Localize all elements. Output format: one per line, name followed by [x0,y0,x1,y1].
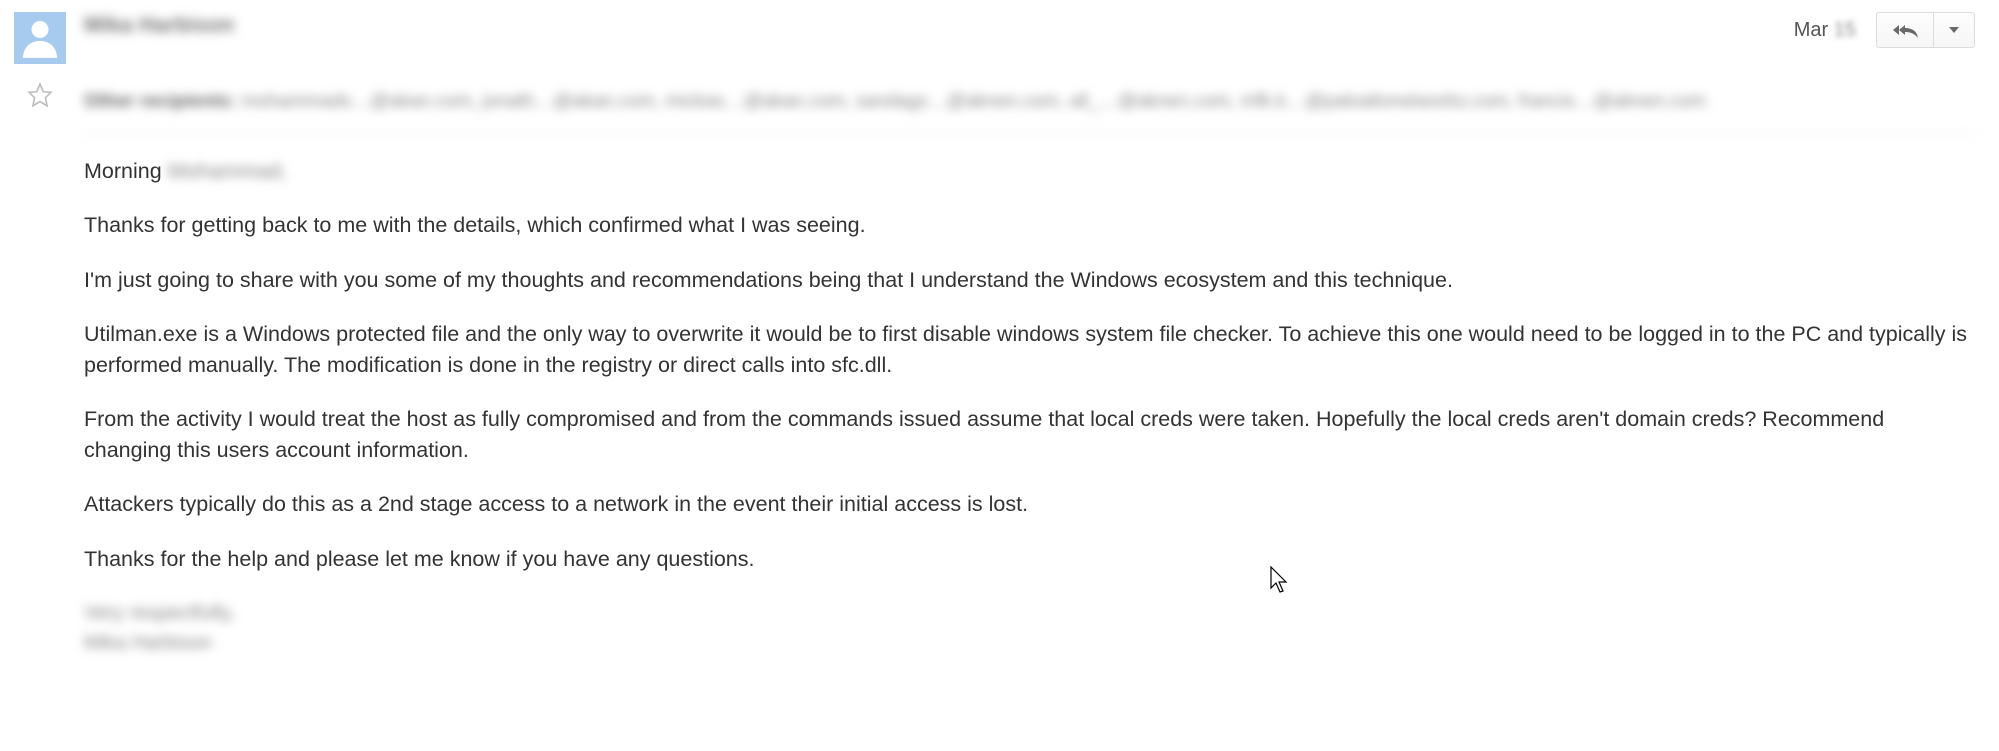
more-actions-button[interactable] [1934,13,1974,47]
greeting-prefix: Morning [84,159,168,183]
signature-line1: Very respectfully, [84,598,1975,628]
star-icon [27,82,53,108]
person-icon [23,18,57,58]
body-p5: Attackers typically do this as a 2nd sta… [84,489,1975,520]
recipients-list: mohammads…@akan.com, jonath…@akan.com, m… [241,91,1706,112]
caret-down-icon [1949,27,1959,33]
main-column: Mika Harbison Mar 15 [72,8,1999,658]
reply-all-icon [1891,21,1919,39]
body-p1: Thanks for getting back to me with the d… [84,210,1975,241]
body-p6: Thanks for the help and please let me kn… [84,544,1975,575]
email-date: Mar 15 [1794,19,1856,42]
body-p4: From the activity I would treat the host… [84,404,1975,465]
body-p3: Utilman.exe is a Windows protected file … [84,319,1975,380]
signature: Very respectfully, Mika Harbison [84,598,1975,658]
date-day: 15 [1834,19,1856,41]
left-column [8,8,72,658]
star-button[interactable] [27,82,53,108]
greeting: Morning Mohammad, [84,156,1975,187]
greeting-name: Mohammad, [168,159,288,183]
email-body: Morning Mohammad, Thanks for getting bac… [84,156,1975,659]
header-right: Mar 15 [1794,12,1975,48]
recipients-label: Other recipients: [84,91,236,112]
date-month: Mar [1794,19,1834,41]
action-buttons [1876,12,1975,48]
body-p2: I'm just going to share with you some of… [84,265,1975,296]
email-container: Mika Harbison Mar 15 [0,0,1999,658]
reply-all-button[interactable] [1877,13,1934,47]
sender-name[interactable]: Mika Harbison [84,12,234,38]
recipients-row[interactable]: Other recipients: mohammads…@akan.com, j… [84,88,1975,134]
signature-line2: Mika Harbison [84,628,1975,658]
email-header: Mika Harbison Mar 15 [84,8,1975,48]
avatar[interactable] [14,12,66,64]
